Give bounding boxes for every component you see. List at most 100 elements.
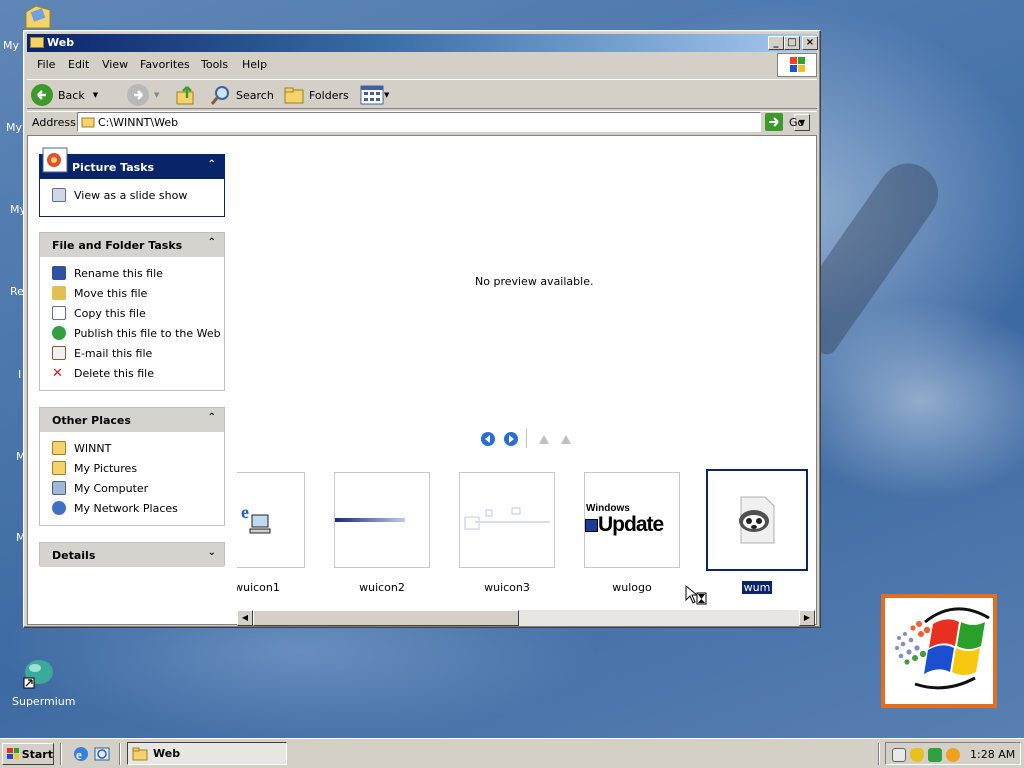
search-icon xyxy=(210,86,229,105)
slideshow-icon xyxy=(52,188,66,202)
back-label: Back xyxy=(58,88,85,102)
menu-view[interactable]: View xyxy=(102,58,128,71)
address-bar: Address C:\WINNT\Web ▼ Go xyxy=(27,111,817,133)
windows-logo-icon xyxy=(777,53,817,77)
title-bar[interactable]: Web _ □ × xyxy=(27,34,818,52)
pane-link-label: E-mail this file xyxy=(74,346,153,360)
pane-link[interactable]: Rename this file xyxy=(40,263,224,283)
pane-link[interactable]: Move this file xyxy=(40,283,224,303)
pane-link-label: Copy this file xyxy=(74,306,146,320)
thumbnail[interactable] xyxy=(334,472,430,568)
pane-link-label: My Pictures xyxy=(74,461,138,475)
computer-ie-icon: e xyxy=(241,502,271,534)
folder-icon xyxy=(132,747,148,760)
menu-help[interactable]: Help xyxy=(242,58,267,71)
menu-favorites[interactable]: Favorites xyxy=(140,58,190,71)
pane-link-label: My Network Places xyxy=(74,501,178,515)
magnifier-icon[interactable] xyxy=(946,748,960,762)
pane-link-label: View as a slide show xyxy=(74,188,188,202)
chevron-down-icon[interactable]: ▼ xyxy=(384,91,389,99)
thumbnail-label[interactable]: wuicon3 xyxy=(459,581,555,594)
file-folder-tasks-pane: File and Folder Tasks ⌃ Rename this file… xyxy=(39,232,225,391)
gradient-bar-image xyxy=(335,518,405,522)
start-button[interactable]: Start xyxy=(2,743,54,765)
pane-link[interactable]: Publish this file to the Web xyxy=(40,323,224,343)
collapse-chevron-icon[interactable]: ⌃ xyxy=(208,237,216,248)
thumbnail-label[interactable]: wuicon2 xyxy=(334,581,430,594)
taskbar-window-button[interactable]: Web xyxy=(127,742,287,765)
my-computer-icon xyxy=(52,481,66,495)
pane-link-label: Publish this file to the Web xyxy=(74,326,221,340)
pane-link[interactable]: ✕ Delete this file xyxy=(40,363,224,383)
thumbnail-label[interactable]: wulogo xyxy=(584,581,680,594)
pane-header[interactable]: Picture Tasks ⌃ xyxy=(40,147,224,179)
back-button[interactable]: Back ▼ xyxy=(31,84,98,106)
thumbnail-selected[interactable] xyxy=(706,469,808,571)
folder-view: Picture Tasks ⌃ View as a slide show Fil… xyxy=(27,135,817,626)
faded-icon-image xyxy=(464,507,550,530)
supermium-desktop-icon[interactable] xyxy=(22,656,54,689)
up-folder-icon xyxy=(176,86,194,105)
folders-icon xyxy=(284,87,304,104)
desktop-icon-label[interactable]: Supermium xyxy=(12,695,76,708)
folder-icon xyxy=(81,117,95,128)
menu-tools[interactable]: Tools xyxy=(201,58,228,71)
network-icon[interactable] xyxy=(928,748,942,762)
pane-header[interactable]: Details ⌄ xyxy=(40,543,224,567)
close-button[interactable]: × xyxy=(802,36,818,50)
pane-title: Other Places xyxy=(52,414,131,427)
keyboard-icon[interactable] xyxy=(892,748,906,762)
address-input[interactable]: C:\WINNT\Web ▼ xyxy=(77,112,810,132)
thumbnail-label[interactable]: wuicon1 xyxy=(237,581,305,594)
menu-edit[interactable]: Edit xyxy=(68,58,89,71)
details-pane: Details ⌄ xyxy=(39,542,225,567)
pane-title: Details xyxy=(52,549,96,562)
menu-file[interactable]: File xyxy=(37,58,55,71)
search-button[interactable]: Search xyxy=(210,84,274,106)
up-folder-button[interactable] xyxy=(175,84,197,106)
scroll-thumb[interactable] xyxy=(253,610,519,626)
scroll-left-button[interactable]: ◀ xyxy=(237,610,253,626)
pane-header[interactable]: Other Places ⌃ xyxy=(40,408,224,432)
pane-link[interactable]: Copy this file xyxy=(40,303,224,323)
desktop-icon-label[interactable]: My xyxy=(3,39,19,52)
windows-logo-image xyxy=(881,594,997,708)
minimize-button[interactable]: _ xyxy=(768,36,784,50)
picture-tasks-icon xyxy=(42,147,68,173)
views-button[interactable]: ▼ xyxy=(360,84,389,106)
forward-button[interactable]: ▼ xyxy=(127,84,159,106)
pane-link[interactable]: My Pictures xyxy=(40,458,224,478)
security-shield-icon[interactable] xyxy=(910,748,924,762)
clock[interactable]: 1:28 AM xyxy=(970,748,1015,761)
pane-header[interactable]: File and Folder Tasks ⌃ xyxy=(40,233,224,257)
pane-link-label: Delete this file xyxy=(74,366,154,380)
desktop-icon-label[interactable]: Re xyxy=(10,285,24,298)
pane-link[interactable]: View as a slide show xyxy=(40,185,224,205)
desktop-icon-label[interactable]: I xyxy=(18,368,21,381)
thumbnail-label-selected[interactable]: wum xyxy=(709,581,805,594)
collapse-chevron-icon[interactable]: ⌃ xyxy=(208,412,216,423)
desktop-icon-label[interactable]: My xyxy=(6,121,22,134)
maximize-button[interactable]: □ xyxy=(784,36,800,50)
thumbnail[interactable]: e xyxy=(237,472,305,568)
thumbnail[interactable]: Windows Update xyxy=(584,472,680,568)
horizontal-scrollbar[interactable]: ◀ ▶ xyxy=(237,610,815,626)
expand-chevron-icon[interactable]: ⌄ xyxy=(208,547,216,558)
go-button[interactable]: Go xyxy=(765,112,804,132)
svg-text:e: e xyxy=(76,747,82,762)
pane-link[interactable]: My Computer xyxy=(40,478,224,498)
scroll-right-button[interactable]: ▶ xyxy=(799,610,815,626)
folders-button[interactable]: Folders xyxy=(283,84,349,106)
taskbar-separator xyxy=(119,743,121,765)
pane-link[interactable]: WINNT xyxy=(40,438,224,458)
outlook-express-icon[interactable] xyxy=(93,745,111,763)
thumbnail[interactable] xyxy=(459,472,555,568)
pane-link-label: WINNT xyxy=(74,441,112,455)
my-pictures-icon xyxy=(52,461,66,475)
internet-explorer-icon[interactable]: e xyxy=(72,745,90,763)
collapse-chevron-icon[interactable]: ⌃ xyxy=(208,159,216,170)
chevron-down-icon[interactable]: ▼ xyxy=(93,91,98,99)
pane-link[interactable]: E-mail this file xyxy=(40,343,224,363)
chevron-down-icon[interactable]: ▼ xyxy=(154,91,159,99)
pane-link[interactable]: My Network Places xyxy=(40,498,224,518)
